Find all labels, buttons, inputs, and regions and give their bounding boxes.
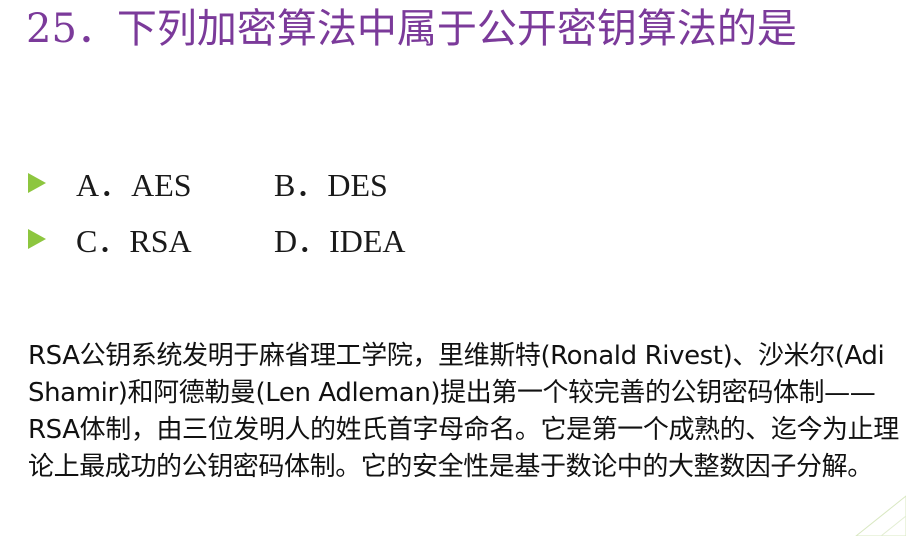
option-b: B．DES bbox=[274, 167, 388, 203]
option-row-1: A．AES B．DES bbox=[28, 160, 628, 206]
triangle-bullet-icon bbox=[28, 229, 46, 249]
triangle-bullet-icon bbox=[28, 173, 46, 193]
option-a: A．AES bbox=[76, 167, 192, 203]
corner-decoration bbox=[855, 495, 906, 536]
option-d: D．IDEA bbox=[274, 223, 406, 259]
option-row-2: C．RSA D．IDEA bbox=[28, 216, 628, 262]
question-title: 25．下列加密算法中属于公开密钥算法的是 bbox=[26, 6, 797, 52]
answer-options: A．AES B．DES C．RSA D．IDEA bbox=[28, 160, 628, 272]
option-c: C．RSA bbox=[76, 223, 192, 259]
answer-explanation: RSA公钥系统发明于麻省理工学院，里维斯特(Ronald Rivest)、沙米尔… bbox=[28, 341, 899, 482]
slide: 25．下列加密算法中属于公开密钥算法的是 A．AES B．DES C．RSA D… bbox=[0, 0, 906, 536]
